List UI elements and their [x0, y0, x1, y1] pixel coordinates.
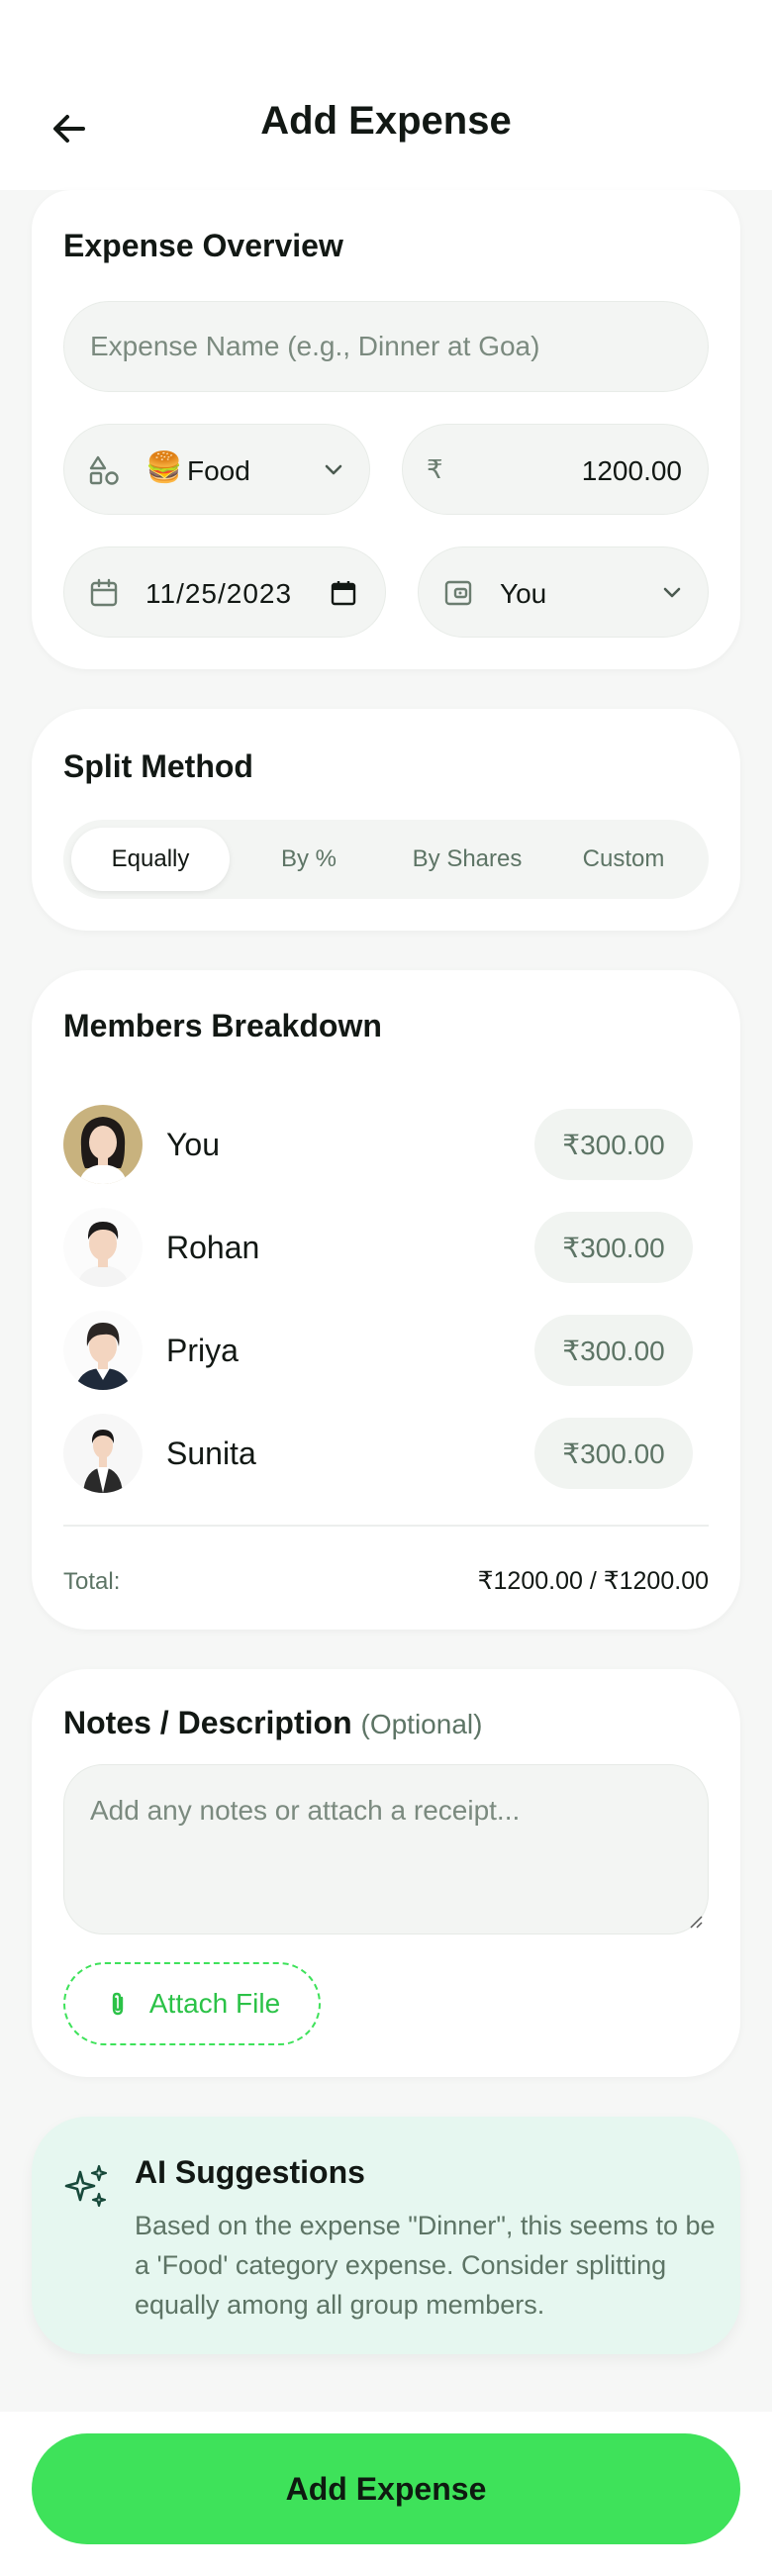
member-row: Rohan ₹300.00 — [63, 1208, 709, 1291]
expense-overview-title: Expense Overview — [63, 228, 343, 263]
notes-card: Notes / Description (Optional) Add any n… — [32, 1669, 740, 2077]
member-amount[interactable]: ₹300.00 — [534, 1109, 693, 1180]
member-name: You — [166, 1127, 220, 1162]
expense-name-placeholder: Expense Name (e.g., Dinner at Goa) — [90, 331, 540, 361]
split-option-shares[interactable]: By Shares — [388, 828, 546, 891]
date-value: 11/25/2023 — [145, 578, 293, 609]
expense-overview-card: Expense Overview Expense Name (e.g., Din… — [32, 190, 740, 669]
resize-handle-icon[interactable] — [688, 1914, 704, 1930]
payer-value: You — [500, 578, 547, 609]
member-row: Priya ₹300.00 — [63, 1311, 709, 1394]
split-option-custom[interactable]: Custom — [544, 828, 703, 891]
chevron-down-icon — [325, 464, 342, 475]
notes-title-text: Notes / Description — [63, 1705, 352, 1740]
paperclip-icon — [112, 1992, 124, 2016]
member-amount[interactable]: ₹300.00 — [534, 1212, 693, 1283]
ai-suggestions-card: AI Suggestions Based on the expense "Din… — [32, 2117, 740, 2354]
split-method-card: Split Method Equally By % By Shares Cust… — [32, 709, 740, 931]
add-expense-button[interactable]: Add Expense — [32, 2433, 740, 2544]
member-name: Priya — [166, 1333, 239, 1368]
notes-title: Notes / Description (Optional) — [63, 1705, 482, 1741]
footer-bar: Add Expense — [0, 2412, 772, 2576]
currency-symbol: ₹ — [427, 454, 443, 484]
add-expense-button-label: Add Expense — [285, 2470, 487, 2507]
category-label: Food — [187, 455, 250, 486]
calendar-icon — [90, 578, 118, 607]
avatar — [63, 1414, 143, 1493]
wallet-icon — [444, 580, 472, 606]
ai-suggestions-title: AI Suggestions — [135, 2154, 365, 2190]
member-row: You ₹300.00 — [63, 1105, 709, 1188]
category-shapes-icon — [89, 455, 119, 485]
split-option-percent[interactable]: By % — [230, 828, 388, 891]
ai-suggestions-text: Based on the expense "Dinner", this seem… — [135, 2211, 716, 2320]
members-divider — [63, 1525, 709, 1527]
category-emoji: 🍔 — [145, 451, 183, 484]
notes-placeholder: Add any notes or attach a receipt... — [90, 1795, 521, 1826]
member-amount[interactable]: ₹300.00 — [534, 1418, 693, 1489]
member-name: Sunita — [166, 1436, 256, 1471]
avatar — [63, 1311, 143, 1390]
page-title: Add Expense — [260, 99, 512, 143]
payer-select[interactable]: You — [418, 546, 709, 638]
member-row: Sunita ₹300.00 — [63, 1414, 709, 1497]
notes-optional: (Optional) — [360, 1709, 483, 1739]
amount-input[interactable]: ₹ 1200.00 — [402, 424, 709, 515]
chevron-down-icon — [663, 587, 681, 598]
member-amount[interactable]: ₹300.00 — [534, 1315, 693, 1386]
split-method-segmented-control: Equally By % By Shares Custom — [63, 820, 709, 899]
members-breakdown-title: Members Breakdown — [63, 1008, 382, 1043]
expense-name-input[interactable]: Expense Name (e.g., Dinner at Goa) — [63, 301, 709, 392]
total-value: ₹1200.00 / ₹1200.00 — [477, 1567, 709, 1595]
split-method-title: Split Method — [63, 748, 253, 784]
date-input[interactable]: 11/25/2023 — [63, 546, 386, 638]
notes-textarea[interactable]: Add any notes or attach a receipt... — [63, 1764, 709, 1934]
avatar — [63, 1105, 143, 1184]
avatar — [63, 1208, 143, 1287]
attach-file-label: Attach File — [148, 1988, 281, 2019]
amount-value: 1200.00 — [581, 455, 682, 486]
app-header: Add Expense — [0, 0, 772, 190]
split-option-equally[interactable]: Equally — [71, 828, 230, 891]
calendar-picker-icon[interactable] — [330, 579, 357, 607]
total-label: Total: — [63, 1568, 121, 1595]
category-select[interactable]: 🍔 Food — [63, 424, 370, 515]
attach-file-button[interactable]: Attach File — [63, 1962, 321, 2045]
sparkles-icon — [64, 2164, 108, 2208]
member-name: Rohan — [166, 1230, 260, 1265]
members-breakdown-card: Members Breakdown You ₹300.00 Rohan ₹300… — [32, 970, 740, 1630]
